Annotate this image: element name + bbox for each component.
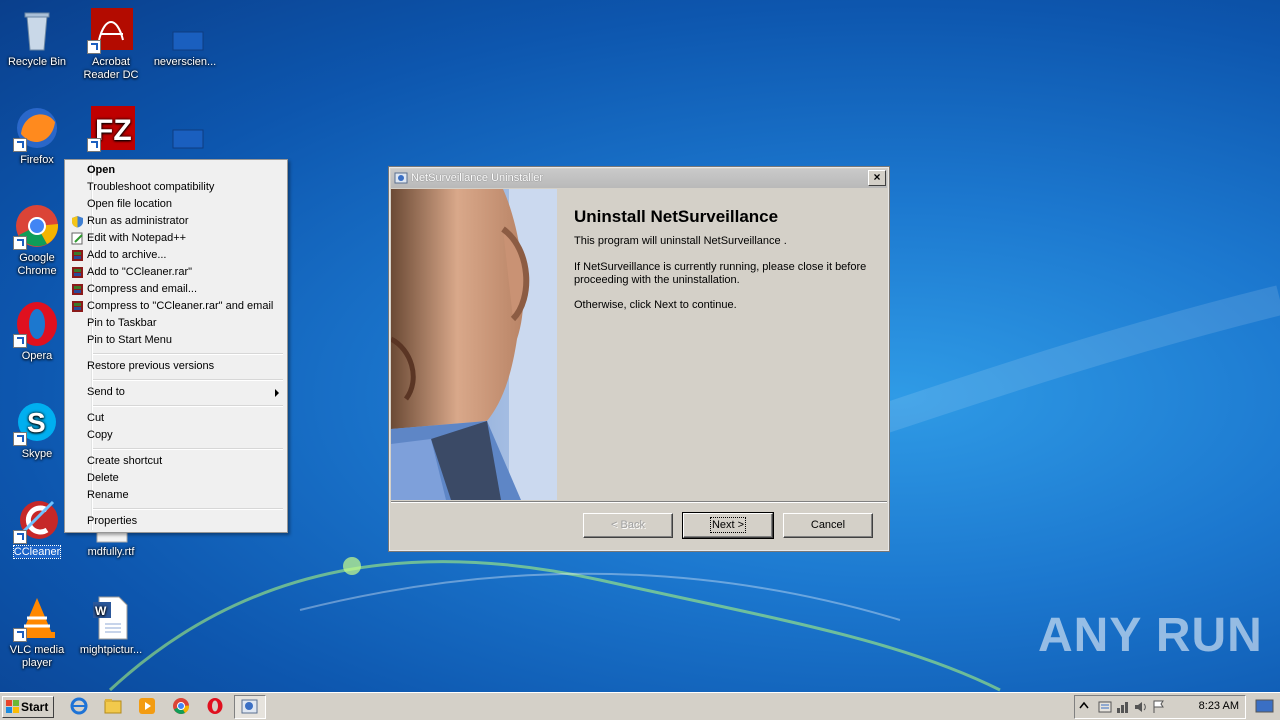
- back-button[interactable]: < Back: [583, 513, 673, 538]
- dialog-content: Uninstall NetSurveillance This program w…: [557, 189, 887, 500]
- file-explorer-icon[interactable]: [104, 697, 122, 715]
- dialog-text-intro: This program will uninstall NetSurveilla…: [574, 235, 787, 247]
- chrome-taskbar-icon[interactable]: [172, 697, 190, 715]
- uninstaller-dialog: NetSurveillance Uninstaller × Uninstall …: [388, 166, 890, 552]
- menu-item-compress-to-ccleaner-rar-and-email[interactable]: Compress to "CCleaner.rar" and email: [67, 298, 285, 315]
- notepadpp-icon: [71, 232, 84, 245]
- desktop-icon-acrobat[interactable]: Acrobat Reader DC: [74, 6, 148, 82]
- menu-item-add-to-ccleaner-rar[interactable]: Add to "CCleaner.rar": [67, 264, 285, 281]
- desktop-icon-mightpictur[interactable]: W mightpictur...: [74, 594, 148, 657]
- shortcut-arrow-icon: [87, 138, 101, 152]
- dialog-divider: [391, 501, 887, 503]
- shortcut-arrow-icon: [13, 628, 27, 642]
- system-tray: 8:23 AM: [1074, 695, 1246, 719]
- word-document-icon: W: [87, 594, 135, 642]
- submenu-arrow-icon: [275, 389, 279, 397]
- menu-item-cut[interactable]: Cut: [67, 410, 285, 427]
- shortcut-arrow-icon: [87, 40, 101, 54]
- chrome-icon: [13, 202, 61, 250]
- menu-item-pin-to-taskbar[interactable]: Pin to Taskbar: [67, 315, 285, 332]
- acrobat-icon: [87, 6, 135, 54]
- menu-item-copy[interactable]: Copy: [67, 427, 285, 444]
- dialog-text-running-warning: If NetSurveillance is currently running,…: [574, 261, 867, 286]
- dialog-banner-image: [391, 189, 557, 500]
- shortcut-arrow-icon: [13, 138, 27, 152]
- desktop-icon-ccleaner[interactable]: CCleaner: [0, 496, 74, 559]
- file-icon: [161, 104, 209, 152]
- desktop-icon-firefox[interactable]: Firefox: [0, 104, 74, 167]
- winrar-icon: [71, 300, 84, 313]
- dialog-heading: Uninstall NetSurveillance: [574, 207, 779, 226]
- menu-item-restore-previous-versions[interactable]: Restore previous versions: [67, 358, 285, 375]
- winrar-icon: [71, 266, 84, 279]
- context-menu: Open Troubleshoot compatibility Open fil…: [64, 159, 288, 533]
- menu-separator: [93, 379, 283, 381]
- menu-separator: [93, 448, 283, 450]
- shortcut-arrow-icon: [13, 236, 27, 250]
- desktop-icon-opera[interactable]: Opera: [0, 300, 74, 363]
- winrar-icon: [71, 283, 84, 296]
- uninstaller-app-icon: [394, 171, 408, 185]
- menu-item-rename[interactable]: Rename: [67, 487, 285, 504]
- shortcut-arrow-icon: [13, 530, 27, 544]
- menu-item-properties[interactable]: Properties: [67, 513, 285, 530]
- menu-item-open[interactable]: Open: [67, 162, 285, 179]
- show-desktop-icon[interactable]: [1254, 697, 1276, 715]
- flag-icon[interactable]: [1151, 699, 1167, 718]
- filezilla-icon: FZ: [87, 104, 135, 152]
- menu-item-open-file-location[interactable]: Open file location: [67, 196, 285, 213]
- desktop-icon-recycle-bin[interactable]: Recycle Bin: [0, 6, 74, 69]
- taskbar-clock[interactable]: 8:23 AM: [1199, 700, 1239, 712]
- opera-taskbar-icon[interactable]: [206, 697, 224, 715]
- start-button[interactable]: Start: [2, 696, 54, 718]
- desktop-icon-filezilla[interactable]: FZ: [74, 104, 148, 154]
- volume-icon[interactable]: [1133, 699, 1149, 718]
- dialog-titlebar[interactable]: NetSurveillance Uninstaller ×: [391, 169, 887, 188]
- menu-item-troubleshoot-compatibility[interactable]: Troubleshoot compatibility: [67, 179, 285, 196]
- menu-item-delete[interactable]: Delete: [67, 470, 285, 487]
- anyrun-watermark: ANY RUN: [1038, 609, 1263, 662]
- media-player-icon[interactable]: [138, 697, 156, 715]
- vlc-icon: [13, 594, 61, 642]
- menu-separator: [93, 508, 283, 510]
- svg-text:S: S: [27, 407, 46, 438]
- skype-icon: S: [13, 398, 61, 446]
- menu-separator: [93, 353, 283, 355]
- dialog-title: NetSurveillance Uninstaller: [411, 172, 544, 184]
- shortcut-arrow-icon: [13, 432, 27, 446]
- desktop-icon-chrome[interactable]: Google Chrome: [0, 202, 74, 278]
- menu-item-run-as-administrator[interactable]: Run as administrator: [67, 213, 285, 230]
- menu-item-edit-with-notepadpp[interactable]: Edit with Notepad++: [67, 230, 285, 247]
- dialog-text-continue: Otherwise, click Next to continue.: [574, 299, 737, 311]
- desktop-icon-blank[interactable]: [148, 104, 222, 154]
- menu-item-pin-to-start-menu[interactable]: Pin to Start Menu: [67, 332, 285, 349]
- ccleaner-icon: [13, 496, 61, 544]
- uac-shield-icon: [71, 215, 84, 228]
- uninstaller-taskbar-button[interactable]: [234, 695, 266, 719]
- menu-item-create-shortcut[interactable]: Create shortcut: [67, 453, 285, 470]
- recycle-bin-icon: [13, 6, 61, 54]
- desktop-icon-vlc[interactable]: VLC media player: [0, 594, 74, 670]
- network-icon[interactable]: [1115, 699, 1131, 718]
- opera-icon: [13, 300, 61, 348]
- taskbar: Start 8:23 AM: [0, 692, 1280, 720]
- show-hidden-icons-icon[interactable]: [1079, 700, 1089, 715]
- shortcut-arrow-icon: [13, 334, 27, 348]
- menu-separator: [93, 405, 283, 407]
- action-center-icon[interactable]: [1097, 699, 1113, 718]
- menu-item-compress-and-email[interactable]: Compress and email...: [67, 281, 285, 298]
- svg-text:W: W: [95, 604, 107, 618]
- windows-logo-icon: [6, 700, 20, 720]
- next-button[interactable]: Next >: [682, 512, 774, 539]
- desktop-icon-neverscien[interactable]: neverscien...: [148, 6, 222, 69]
- winrar-icon: [71, 249, 84, 262]
- close-button[interactable]: ×: [868, 170, 886, 186]
- internet-explorer-icon[interactable]: [70, 697, 88, 715]
- menu-item-add-to-archive[interactable]: Add to archive...: [67, 247, 285, 264]
- file-icon: [161, 6, 209, 54]
- firefox-icon: [13, 104, 61, 152]
- cancel-button[interactable]: Cancel: [783, 513, 873, 538]
- menu-item-send-to[interactable]: Send to: [67, 384, 285, 401]
- desktop-icon-skype[interactable]: S Skype: [0, 398, 74, 461]
